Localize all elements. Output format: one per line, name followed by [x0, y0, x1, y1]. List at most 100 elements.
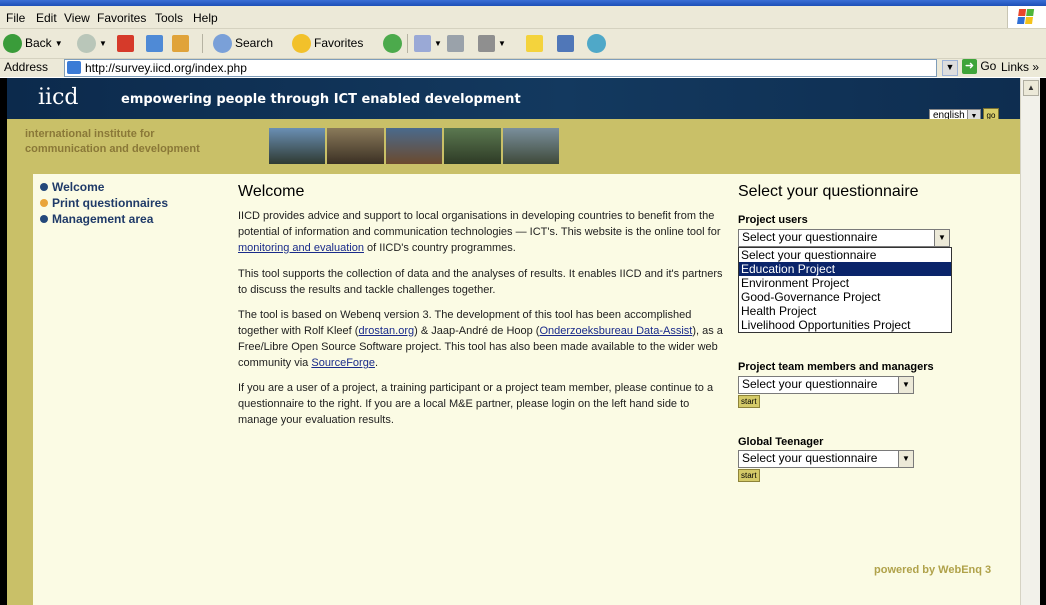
- address-label: Address: [4, 60, 49, 74]
- chevron-down-icon: ▼: [498, 38, 506, 48]
- mail-icon: [414, 34, 431, 52]
- links-button[interactable]: Links »: [1001, 60, 1039, 74]
- nav-welcome[interactable]: Welcome: [40, 180, 104, 194]
- search-icon: [213, 33, 232, 53]
- global-teenager-select[interactable]: Select your questionnaire ▼: [738, 450, 914, 468]
- dropdown-option[interactable]: Livelihood Opportunities Project: [739, 318, 951, 332]
- site-banner: international institute for communicatio…: [7, 119, 1020, 174]
- dropdown-option[interactable]: Environment Project: [739, 276, 951, 290]
- nav-print-questionnaires[interactable]: Print questionnaires: [40, 196, 168, 210]
- printer-icon: [447, 34, 464, 52]
- data-paragraph: This tool supports the collection of dat…: [238, 268, 723, 296]
- chevron-down-icon: ▼: [898, 451, 913, 467]
- instructions-paragraph: If you are a user of a project, a traini…: [238, 382, 714, 426]
- toolbar-divider: [202, 34, 203, 53]
- messenger-button[interactable]: [587, 33, 606, 53]
- data-assist-link[interactable]: Onderzoeksbureau Data-Assist: [539, 325, 692, 337]
- mail-button[interactable]: ▼: [414, 33, 442, 53]
- banner-photo: [269, 128, 326, 164]
- project-users-label: Project users: [738, 214, 808, 226]
- institute-name: international institute for communicatio…: [25, 128, 200, 155]
- page-icon: [67, 61, 81, 74]
- chevron-down-icon: ▼: [934, 230, 949, 246]
- bullet-icon: [40, 183, 48, 191]
- notes-button[interactable]: [526, 33, 543, 53]
- go-arrow-icon: ➜: [962, 59, 977, 75]
- messenger-icon: [587, 33, 606, 53]
- back-arrow-icon: [3, 33, 22, 53]
- stop-icon: [117, 34, 134, 52]
- address-url: http://survey.iicd.org/index.php: [85, 61, 247, 75]
- menu-edit[interactable]: Edit: [36, 11, 57, 25]
- global-teenager-label: Global Teenager: [738, 436, 824, 448]
- history-icon: [383, 33, 402, 53]
- edit-button[interactable]: ▼: [478, 33, 506, 53]
- drostan-link[interactable]: drostan.org: [358, 325, 414, 337]
- edit-page-icon: [478, 34, 495, 52]
- banner-photo: [502, 128, 560, 164]
- dropdown-option-selected[interactable]: Education Project: [739, 262, 951, 276]
- left-accent-bar: [7, 174, 33, 605]
- menu-tools[interactable]: Tools: [155, 11, 183, 25]
- history-button[interactable]: [383, 33, 402, 53]
- address-dropdown-icon[interactable]: ▼: [942, 60, 958, 76]
- refresh-button[interactable]: [146, 33, 163, 53]
- star-icon: [292, 33, 311, 53]
- chevron-down-icon: ▼: [898, 377, 913, 393]
- banner-photo: [327, 128, 384, 164]
- nav-management-area[interactable]: Management area: [40, 212, 153, 226]
- home-button[interactable]: [172, 33, 189, 53]
- windows-flag-icon: [1017, 9, 1035, 25]
- address-bar: Address http://survey.iicd.org/index.php…: [0, 59, 1046, 77]
- stop-button[interactable]: [117, 33, 134, 53]
- chevron-down-icon: ▼: [434, 38, 442, 48]
- sourceforge-link[interactable]: SourceForge: [311, 357, 375, 369]
- site-tagline: empowering people through ICT enabled de…: [121, 92, 521, 107]
- address-input[interactable]: http://survey.iicd.org/index.php: [64, 59, 937, 77]
- scroll-up-icon[interactable]: ▲: [1023, 80, 1039, 96]
- intro-paragraph: IICD provides advice and support to loca…: [238, 210, 721, 254]
- dropdown-option[interactable]: Good-Governance Project: [739, 290, 951, 304]
- dropdown-option[interactable]: Health Project: [739, 304, 951, 318]
- teenager-start-button[interactable]: start: [738, 469, 760, 482]
- research-button[interactable]: [557, 33, 574, 53]
- back-button[interactable]: Back ▼: [3, 33, 63, 53]
- banner-photo: [444, 128, 501, 164]
- menu-file[interactable]: File: [6, 11, 25, 25]
- forward-button[interactable]: ▼: [77, 33, 107, 53]
- forward-arrow-icon: [77, 33, 96, 53]
- chevron-down-icon: ▼: [54, 38, 63, 48]
- page-title: Welcome: [238, 183, 305, 200]
- project-users-dropdown-list[interactable]: Select your questionnaire Education Proj…: [738, 247, 952, 333]
- go-button[interactable]: ➜ Go: [962, 59, 996, 75]
- site-logo[interactable]: iicd: [38, 85, 78, 110]
- windows-logo: [1007, 6, 1046, 28]
- team-start-button[interactable]: start: [738, 395, 760, 408]
- project-users-select[interactable]: Select your questionnaire ▼: [738, 229, 950, 247]
- notes-icon: [526, 34, 543, 52]
- bullet-icon: [40, 199, 48, 207]
- site-header: iicd empowering people through ICT enabl…: [7, 78, 1020, 125]
- bullet-icon: [40, 215, 48, 223]
- toolbar-divider: [407, 34, 408, 53]
- banner-photos: [269, 128, 560, 164]
- monitoring-evaluation-link[interactable]: monitoring and evaluation: [238, 242, 364, 254]
- page-content: Welcome Print questionnaires Management …: [7, 174, 1020, 605]
- menu-help[interactable]: Help: [193, 11, 218, 25]
- team-members-select[interactable]: Select your questionnaire ▼: [738, 376, 914, 394]
- vertical-scrollbar[interactable]: ▲: [1020, 78, 1040, 605]
- research-icon: [557, 34, 574, 52]
- browser-toolbar: Back ▼ ▼ Search Favorites ▼ ▼: [0, 29, 1046, 59]
- window-border-left: [0, 78, 7, 605]
- questionnaire-title: Select your questionnaire: [738, 183, 919, 200]
- window-border-right: [1039, 78, 1046, 605]
- print-button[interactable]: [447, 33, 464, 53]
- refresh-icon: [146, 34, 163, 52]
- favorites-button[interactable]: Favorites: [292, 33, 363, 53]
- menu-view[interactable]: View: [64, 11, 90, 25]
- dropdown-option[interactable]: Select your questionnaire: [739, 248, 951, 262]
- chevron-down-icon: ▼: [99, 38, 107, 48]
- search-button[interactable]: Search: [213, 33, 273, 53]
- menu-favorites[interactable]: Favorites: [97, 11, 146, 25]
- powered-by-text: powered by WebEnq 3: [874, 564, 992, 576]
